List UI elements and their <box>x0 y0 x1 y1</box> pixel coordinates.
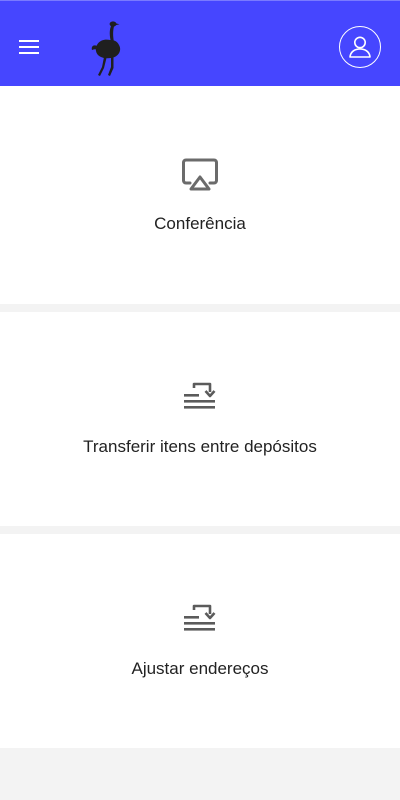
menu-card-conferencia[interactable]: Conferência <box>0 86 400 304</box>
user-profile-button[interactable] <box>339 26 381 68</box>
card-label-transferir-itens: Transferir itens entre depósitos <box>83 437 317 456</box>
ostrich-logo-icon <box>90 19 130 77</box>
app-header <box>0 0 400 86</box>
card-icon-wrapper <box>0 382 400 414</box>
card-icon-wrapper <box>0 604 400 636</box>
card-label-conferencia: Conferência <box>154 214 246 233</box>
app-root: Conferência Transferir itens entre depós… <box>0 0 400 800</box>
card-label-ajustar-enderecos: Ajustar endereços <box>131 659 269 678</box>
hamburger-menu-icon <box>19 40 39 54</box>
menu-card-ajustar-enderecos[interactable]: Ajustar endereços <box>0 534 400 748</box>
card-icon-wrapper <box>0 158 400 192</box>
menu-button[interactable] <box>18 35 42 59</box>
transfer-list-icon <box>184 604 216 631</box>
airplay-icon <box>182 158 218 191</box>
menu-card-transferir-itens[interactable]: Transferir itens entre depósitos <box>0 312 400 526</box>
user-profile-icon <box>349 36 371 58</box>
transfer-list-icon <box>184 382 216 409</box>
